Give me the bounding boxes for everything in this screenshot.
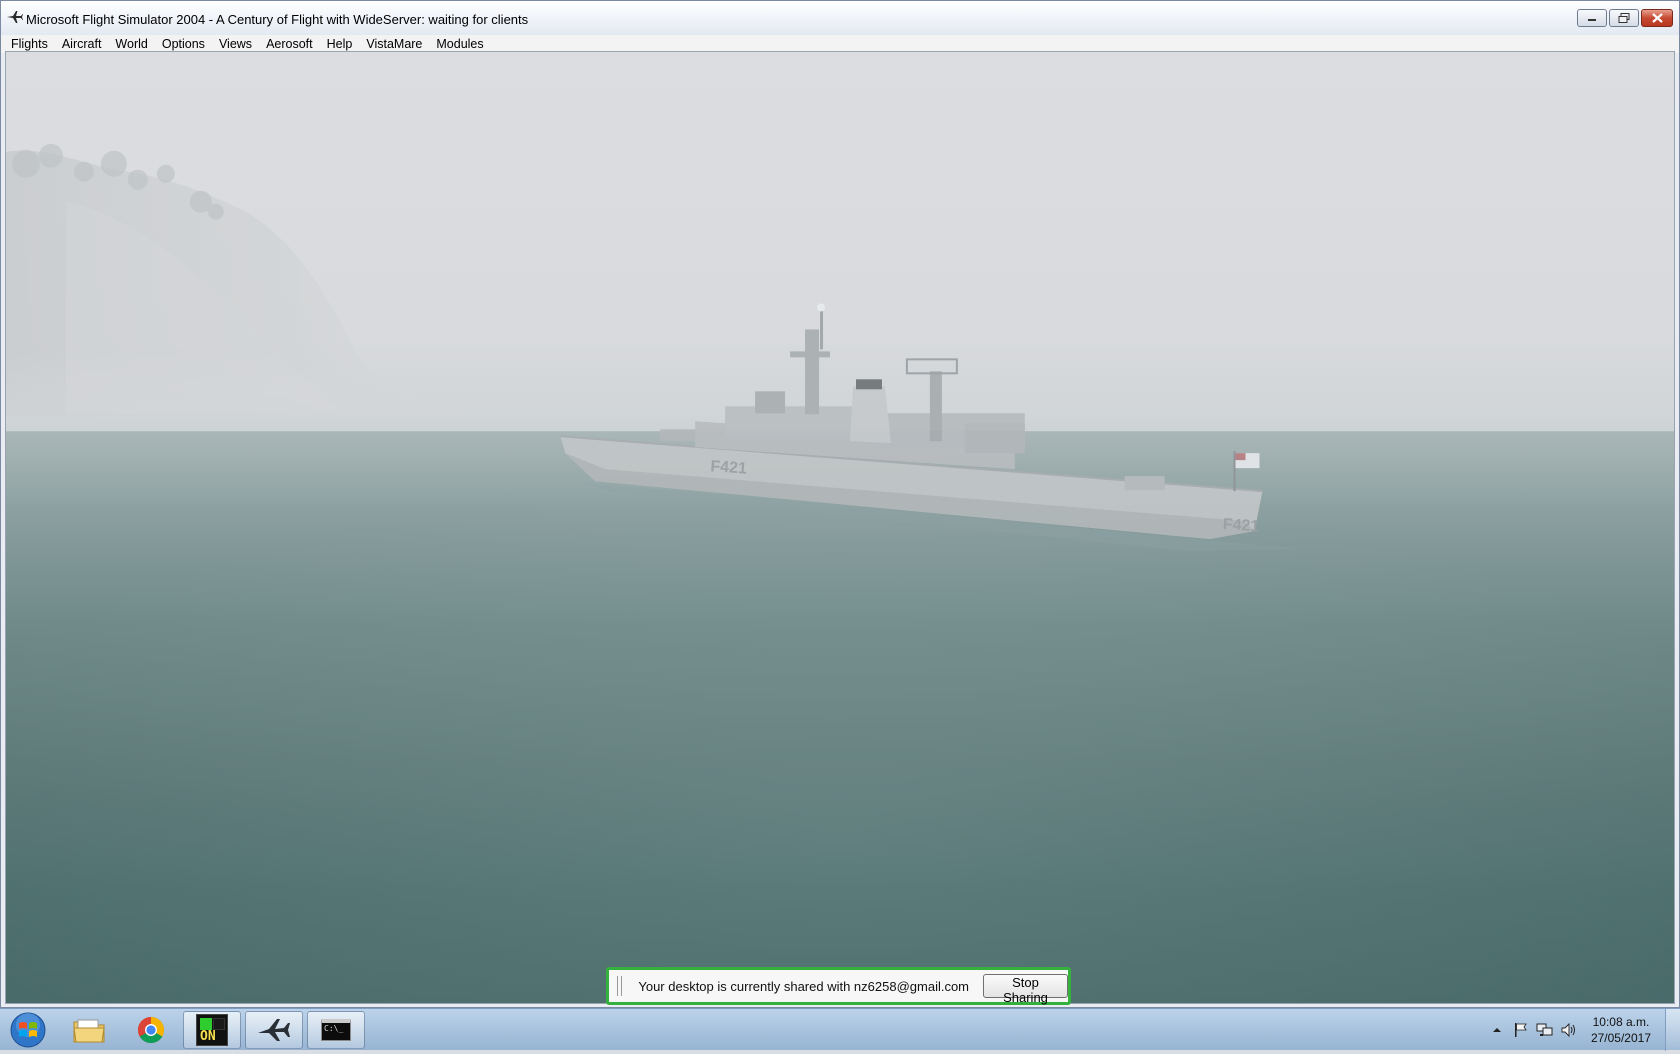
minimize-button[interactable] [1577, 9, 1607, 27]
on-label: ON [200, 1029, 216, 1044]
stop-sharing-button[interactable]: Stop Sharing [983, 974, 1068, 1005]
close-button[interactable] [1641, 9, 1673, 27]
title-bar[interactable]: Microsoft Flight Simulator 2004 - A Cent… [1, 1, 1679, 35]
cmd-icon: C:\_ [321, 1019, 351, 1041]
taskbar-clock[interactable]: 10:08 a.m. 27/05/2017 [1591, 1014, 1651, 1046]
chrome-icon [137, 1016, 165, 1044]
clock-date: 27/05/2017 [1590, 1031, 1651, 1045]
window-title: Microsoft Flight Simulator 2004 - A Cent… [26, 12, 529, 27]
screen-share-bar: Your desktop is currently shared with nz… [606, 967, 1071, 1005]
sea-shading [6, 431, 1674, 1003]
simulator-viewport[interactable]: F421 F421 [5, 51, 1675, 1004]
airplane-icon [258, 1019, 290, 1041]
airplane-icon[interactable] [7, 11, 23, 23]
network-icon[interactable] [1536, 1021, 1554, 1039]
start-button[interactable] [4, 1011, 52, 1049]
close-icon [1651, 13, 1663, 23]
taskbar: ON C:\_ 10:08 a.m. 27/05/2017 [0, 1008, 1680, 1051]
system-tray: 10:08 a.m. 27/05/2017 [1485, 1009, 1680, 1051]
folder-icon [73, 1019, 105, 1043]
show-desktop-button[interactable] [1665, 1009, 1680, 1051]
taskbar-flight-simulator[interactable] [245, 1011, 303, 1049]
taskbar-chrome[interactable] [122, 1011, 180, 1049]
stern-marking: F421 [1222, 516, 1260, 535]
action-center-flag-icon[interactable] [1512, 1021, 1530, 1039]
taskbar-command-prompt[interactable]: C:\_ [307, 1011, 365, 1049]
taskbar-on-app[interactable]: ON [183, 1011, 241, 1049]
show-hidden-icon[interactable] [1488, 1021, 1506, 1039]
taskbar-file-explorer[interactable] [60, 1011, 118, 1049]
minimize-icon [1588, 19, 1596, 21]
volume-icon[interactable] [1560, 1021, 1578, 1039]
maximize-icon [1618, 13, 1630, 23]
hull-marking: F421 [710, 458, 748, 477]
share-message: Your desktop is currently shared with nz… [638, 978, 970, 994]
on-indicator-icon: ON [196, 1014, 228, 1046]
clock-time: 10:08 a.m. [1592, 1015, 1650, 1029]
cmd-label: C:\_ [324, 1024, 344, 1033]
window-controls [1577, 9, 1673, 27]
foggy-sea-scene: F421 F421 [6, 143, 1674, 1003]
drag-grip-icon[interactable] [617, 976, 623, 996]
flight-simulator-window: Microsoft Flight Simulator 2004 - A Cent… [0, 0, 1680, 1008]
maximize-button[interactable] [1609, 9, 1639, 27]
windows-logo-icon [10, 1012, 46, 1048]
